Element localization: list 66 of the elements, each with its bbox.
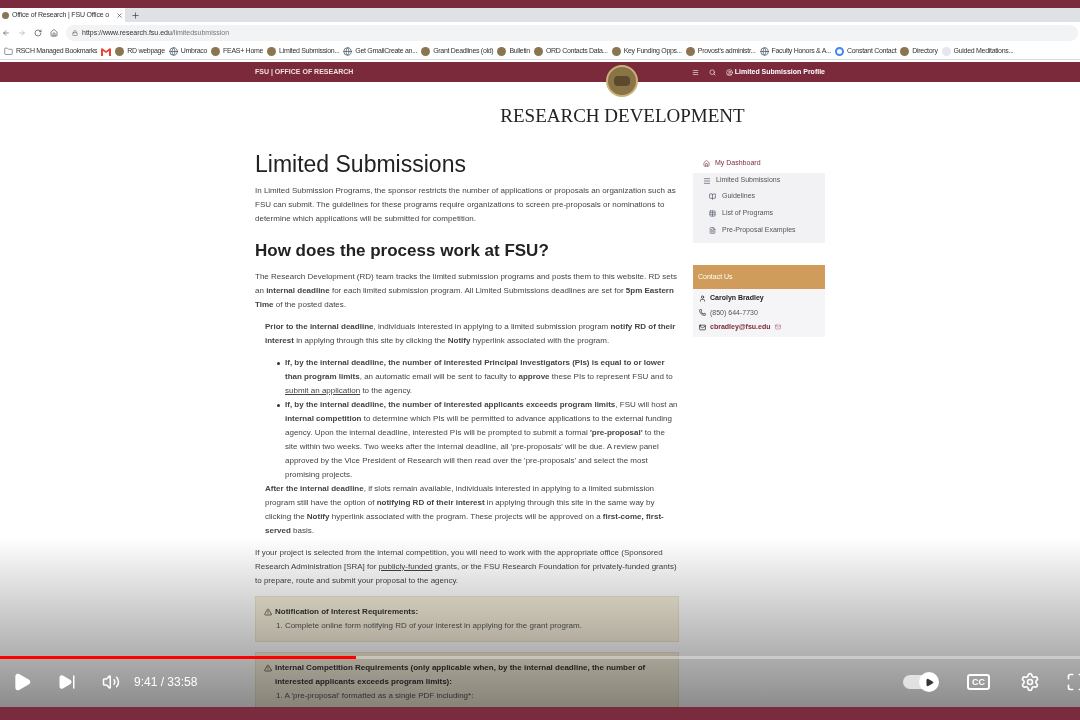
university-seal [606,65,638,97]
user-icon [725,68,733,76]
warning-icon [264,608,272,616]
seal-icon [267,47,277,56]
book-icon [709,193,716,200]
paragraph: In Limited Submission Programs, the sponsor restricts the number of applications or proposals an organization such as FSU can submit. The guidelines for these programs require organizations to screen pre-proposals or nominations to determine which applications will be submitted for competition. [255,185,677,225]
reload-icon[interactable] [34,29,42,37]
forward-icon[interactable] [18,29,26,37]
person-icon [699,294,706,302]
seal-icon [421,47,431,56]
home-icon[interactable] [50,29,58,37]
close-icon[interactable] [116,11,123,19]
autoplay-toggle[interactable] [903,675,937,689]
menu-icon [703,176,711,185]
paragraph: If, by the internal deadline, the number of interested applicants exceeds program limits, FSU will host an internal competition to determine which PIs will be permitted to advance applications to the external funding agency. Upon the internal deadline, interested PIs will be prompted to submit a formal 'pre-proposal' to the site within two weeks. Two weeks after the internal deadline, all 'pre-proposals' will be due. A review panel approved by the Vice President of Research will then read over the 'pre-proposals' and select the most promising projects. [285,399,679,481]
seal-icon [533,47,543,56]
paragraph: If, by the internal deadline, the number of interested Principal Investigators (PIs) is equal to or lower than program limits, an automatic email will be sent to faculty to approve these PIs to represent FSU and to submit an application to the agency. [285,357,674,397]
seal-icon [2,11,9,19]
time-display: 9:41 / 33:58 [134,674,198,691]
bullet-icon [277,404,280,407]
globe-icon [343,47,353,56]
menu-icon[interactable] [691,68,699,76]
seal-icon [115,47,125,56]
mail-logo-icon [101,47,112,56]
paragraph: The Research Development (RD) team tracks the limited submission programs and posts them to this website. RD sets an internal deadline for each limited submission program. All Limited Submissions deadlines are set for 5pm Eastern Time of the posted dates. [255,271,678,311]
notice-title: Internal Competition Requirements (only applicable when, by the internal deadline, the number of interested applicants exceeds program limits): [275,662,647,688]
circle-logo-icon [835,47,844,56]
globe-icon [168,47,178,56]
envelope-icon [774,324,781,331]
notice-item: 1. A 'pre-proposal' formatted as a single PDF including*: [275,690,475,702]
text-link[interactable]: submit an application [285,386,361,395]
warning-icon [264,664,272,672]
section-heading: How does the process work at FSU? [255,240,550,262]
fullscreen-icon[interactable] [1066,672,1080,692]
paragraph: If your project is selected from the internal competition, you will need to work with the appropriate office (Sponsored Research Administration [SRA] for publicly-funded grants, or the FSU Research Foundation for privately-funded grants) to prepare, route and submit your proposal to the agency. [255,547,678,587]
globe-icon [759,47,769,56]
paragraph: After the internal deadline, if slots remain available, individuals interested in applying to a limited submission program still have the option of notifying RD of their interest in applying through this site in the same way by clicking the Notify hyperlink associated with the program. These projects will be approved on a first-come, first-served basis. [264,483,665,537]
seal-icon [611,47,621,56]
volume-icon[interactable] [102,673,120,691]
seal-icon [685,47,695,56]
text-link[interactable]: publicly-funded [378,562,433,571]
seal-icon [211,47,221,56]
search-icon[interactable] [708,68,716,76]
next-icon[interactable] [58,673,76,691]
paragraph: Prior to the internal deadline, individuals interested in applying to a limited submission program notify RD of their interest in applying through this site by clicking the Notify hyperlink associated with the program. [264,321,677,347]
table-icon [709,210,716,217]
notice-item: 1. Complete online form notifying RD of your interest in applying for the grant program. [275,620,583,632]
back-icon[interactable] [2,29,10,37]
home-icon [703,160,710,167]
bullet-icon [277,362,280,365]
folder-icon [4,47,13,56]
play-icon [924,677,934,687]
document-icon [709,227,716,234]
bookmark[interactable] [101,47,112,56]
new-tab-icon[interactable] [131,11,140,20]
progress-track[interactable] [0,656,1080,659]
phone-icon [699,309,706,317]
notice-title: Notification of Interest Requirements: [275,606,419,618]
mail-icon [699,323,706,331]
seal-icon [497,47,507,56]
settings-icon[interactable] [1020,672,1040,692]
banner-title: RESEARCH DEVELOPMENT [500,104,745,128]
play-icon[interactable] [12,672,32,692]
page-title: Limited Submissions [255,150,467,178]
seal-icon [900,47,910,56]
lock-icon [72,30,78,36]
